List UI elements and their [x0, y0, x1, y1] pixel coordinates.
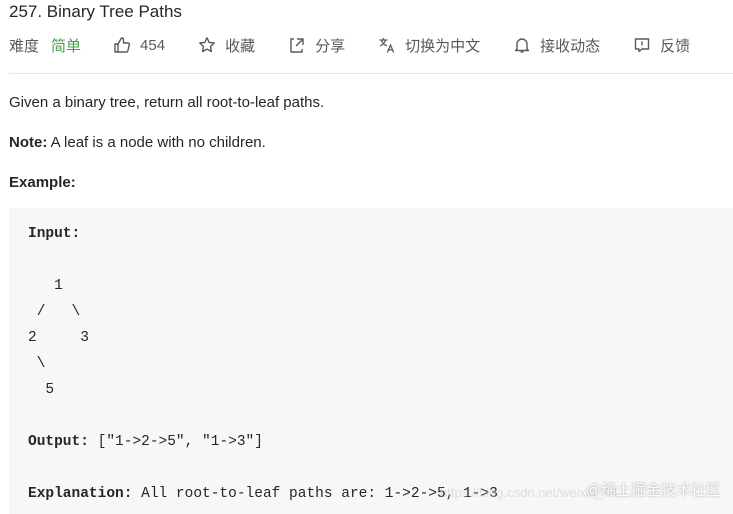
input-line: Input:	[28, 226, 80, 242]
problem-intro: Given a binary tree, return all root-to-…	[9, 94, 325, 111]
switch-language-button[interactable]: 切换为中文	[378, 35, 480, 56]
example-label: Example:	[9, 174, 76, 191]
note-label: Note:	[9, 134, 48, 151]
like-button[interactable]: 454	[113, 36, 165, 54]
subscribe-label: 接收动态	[540, 37, 601, 55]
header-divider	[9, 73, 733, 74]
feedback-button[interactable]: 反馈	[633, 35, 690, 56]
output-label: Output:	[28, 434, 89, 450]
note-text: A leaf is a node with no children.	[47, 134, 266, 151]
thumbs-up-icon	[113, 36, 131, 54]
tree-line: \	[28, 356, 46, 372]
example-code-block: Input: 1 / \ 2 3 \ 5 Output: ["1->2->5",…	[9, 208, 733, 514]
juejin-watermark: @稀土掘金技术社区	[585, 482, 721, 499]
bell-icon	[513, 36, 531, 54]
switch-language-label: 切换为中文	[405, 37, 481, 55]
explanation-line: Explanation: All root-to-leaf paths are:…	[28, 486, 498, 502]
comment-icon	[633, 36, 651, 54]
favorite-label: 收藏	[225, 37, 256, 55]
tree-line: 5	[28, 382, 55, 398]
explanation-label: Explanation:	[28, 486, 133, 502]
difficulty-label: 难度	[9, 37, 40, 55]
feedback-label: 反馈	[660, 37, 691, 55]
problem-page: 257. Binary Tree Paths 难度 简单 454 收藏 分享 切…	[0, 0, 733, 514]
tree-line: / \	[28, 304, 81, 320]
share-icon	[288, 36, 306, 54]
example-heading: Example:	[9, 174, 76, 191]
problem-note: Note: A leaf is a node with no children.	[9, 134, 266, 151]
share-button[interactable]: 分享	[288, 35, 345, 56]
output-value: ["1->2->5", "1->3"]	[88, 434, 263, 450]
difficulty-value: 简单	[51, 37, 82, 55]
subscribe-button[interactable]: 接收动态	[513, 35, 600, 56]
like-count: 454	[140, 36, 166, 54]
star-icon	[198, 36, 216, 54]
problem-meta-bar: 难度 简单 454 收藏 分享 切换为中文 接收动态 反馈	[9, 33, 723, 57]
problem-title: 257. Binary Tree Paths	[9, 2, 182, 21]
tree-line: 1	[28, 278, 63, 294]
favorite-button[interactable]: 收藏	[198, 35, 255, 56]
translate-icon	[378, 36, 396, 54]
share-label: 分享	[315, 37, 346, 55]
output-line: Output: ["1->2->5", "1->3"]	[28, 434, 263, 450]
tree-line: 2 3	[28, 330, 89, 346]
input-label: Input:	[28, 226, 81, 242]
